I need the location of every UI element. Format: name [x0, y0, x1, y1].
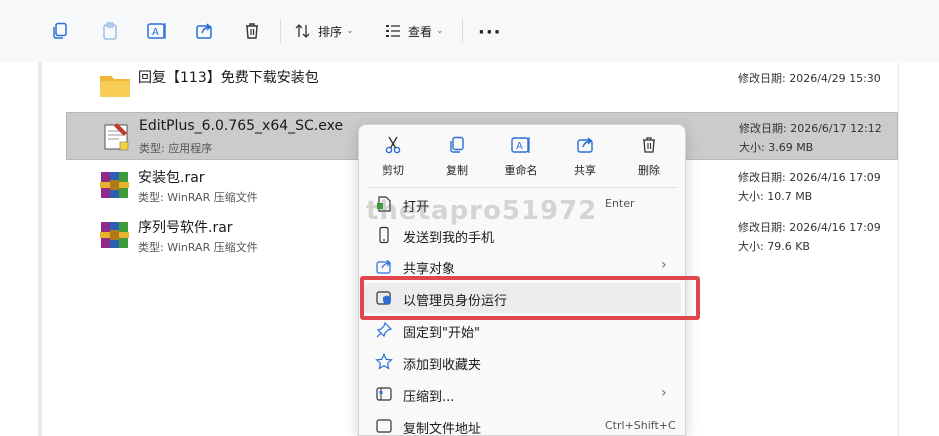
- trash-icon: [643, 137, 655, 153]
- toolbar-divider: [462, 19, 463, 43]
- chevron-down-icon: ⌄: [346, 26, 354, 36]
- annotation-highlight-box: [360, 276, 700, 320]
- share-button[interactable]: 共享: [557, 135, 613, 181]
- menu-item-copy-as-path[interactable]: 复制文件地址 Ctrl+Shift+C: [363, 411, 681, 436]
- editplus-app-icon: [104, 123, 129, 151]
- delete-label: 删除: [638, 164, 660, 177]
- pin-icon: [376, 321, 393, 338]
- delete-button[interactable]: [242, 18, 262, 44]
- share-icon: [376, 259, 391, 274]
- share-icon: [196, 23, 212, 39]
- sort-label: 排序: [318, 24, 343, 39]
- chevron-down-icon: ⌄: [436, 26, 444, 36]
- more-options-button[interactable]: ···: [478, 22, 502, 43]
- view-label: 查看: [408, 24, 433, 39]
- menu-item-label: 复制文件地址: [403, 422, 482, 436]
- winrar-archive-icon: [100, 222, 129, 248]
- menu-item-label: 发送到我的手机: [403, 231, 495, 246]
- file-size: 大小: 79.6 KB: [738, 240, 810, 253]
- clipboard-icon: [103, 22, 117, 40]
- menu-item-add-to-favorites[interactable]: 添加到收藏夹: [363, 347, 681, 377]
- file-type: 类型: WinRAR 压缩文件: [138, 191, 258, 204]
- svg-text:A: A: [152, 27, 159, 38]
- menu-divider: [367, 187, 677, 188]
- star-icon: [375, 353, 393, 370]
- menu-item-label: 固定到"开始": [403, 326, 480, 341]
- chevron-right-icon: ›: [661, 257, 667, 273]
- rename-icon: A: [147, 23, 166, 39]
- menu-item-open[interactable]: 打开 Enter: [363, 189, 681, 219]
- chevron-right-icon: ›: [661, 385, 667, 401]
- file-name: EditPlus_6.0.765_x64_SC.exe: [139, 118, 344, 134]
- trash-icon: [246, 23, 258, 39]
- winrar-archive-icon: [100, 172, 129, 198]
- file-size: 大小: 3.69 MB: [739, 141, 814, 154]
- open-file-icon: [377, 196, 391, 212]
- sort-button[interactable]: 排序 ⌄: [294, 18, 354, 44]
- file-name: 回复【113】免费下载安装包: [138, 70, 319, 86]
- share-button[interactable]: [194, 18, 214, 44]
- details-pane-edge: [898, 62, 939, 436]
- file-name: 安装包.rar: [138, 170, 205, 186]
- file-name: 序列号软件.rar: [138, 220, 233, 236]
- menu-item-shortcut: Enter: [605, 197, 635, 210]
- rename-button[interactable]: A: [146, 18, 168, 44]
- menu-item-label: 压缩到...: [403, 390, 455, 405]
- folder-icon: [100, 76, 130, 97]
- svg-text:A: A: [516, 141, 523, 152]
- file-modified-date: 修改日期: 2026/4/29 15:30: [738, 72, 881, 85]
- command-bar: A 排序 ⌄ 查看 ⌄ ···: [0, 0, 939, 62]
- file-type: 类型: 应用程序: [139, 142, 213, 155]
- copy-button[interactable]: 复制: [429, 135, 485, 181]
- paste-button[interactable]: [100, 18, 120, 44]
- cut-button[interactable]: 剪切: [365, 135, 421, 181]
- menu-item-label: 打开: [403, 200, 430, 215]
- cut-label: 剪切: [382, 164, 404, 177]
- toolbar-divider: [280, 19, 281, 43]
- delete-button[interactable]: 删除: [621, 135, 677, 181]
- navigation-pane-edge: [38, 62, 42, 436]
- phone-icon: [379, 226, 389, 244]
- file-size: 大小: 10.7 MB: [738, 190, 813, 203]
- rename-button[interactable]: A 重命名: [493, 135, 549, 181]
- file-modified-date: 修改日期: 2026/6/17 12:12: [739, 122, 882, 135]
- copy-icon: [53, 22, 67, 39]
- rename-icon: A: [511, 137, 530, 153]
- zip-icon: [376, 387, 392, 401]
- copy-label: 复制: [446, 164, 468, 177]
- menu-item-send-to-phone[interactable]: 发送到我的手机: [363, 220, 681, 250]
- share-label: 共享: [574, 164, 596, 177]
- menu-item-shortcut: Ctrl+Shift+C: [605, 419, 676, 432]
- file-type: 类型: WinRAR 压缩文件: [138, 241, 258, 254]
- share-icon: [577, 137, 593, 153]
- file-modified-date: 修改日期: 2026/4/16 17:09: [738, 171, 881, 184]
- menu-item-compress-to[interactable]: 压缩到... ›: [363, 379, 681, 409]
- path-icon: [376, 419, 392, 433]
- copy-icon: [450, 136, 464, 153]
- view-list-icon: [386, 25, 400, 37]
- view-button[interactable]: 查看 ⌄: [384, 18, 444, 44]
- sort-icon: [295, 24, 310, 38]
- rename-label: 重命名: [504, 164, 538, 177]
- menu-item-label: 共享对象: [403, 262, 456, 277]
- new-item-button[interactable]: [50, 18, 70, 44]
- file-row[interactable]: 回复【113】免费下载安装包 修改日期: 2026/4/29 15:30: [66, 62, 898, 110]
- file-modified-date: 修改日期: 2026/4/16 17:09: [738, 221, 881, 234]
- scissors-icon: [385, 136, 401, 154]
- menu-item-label: 添加到收藏夹: [403, 358, 482, 373]
